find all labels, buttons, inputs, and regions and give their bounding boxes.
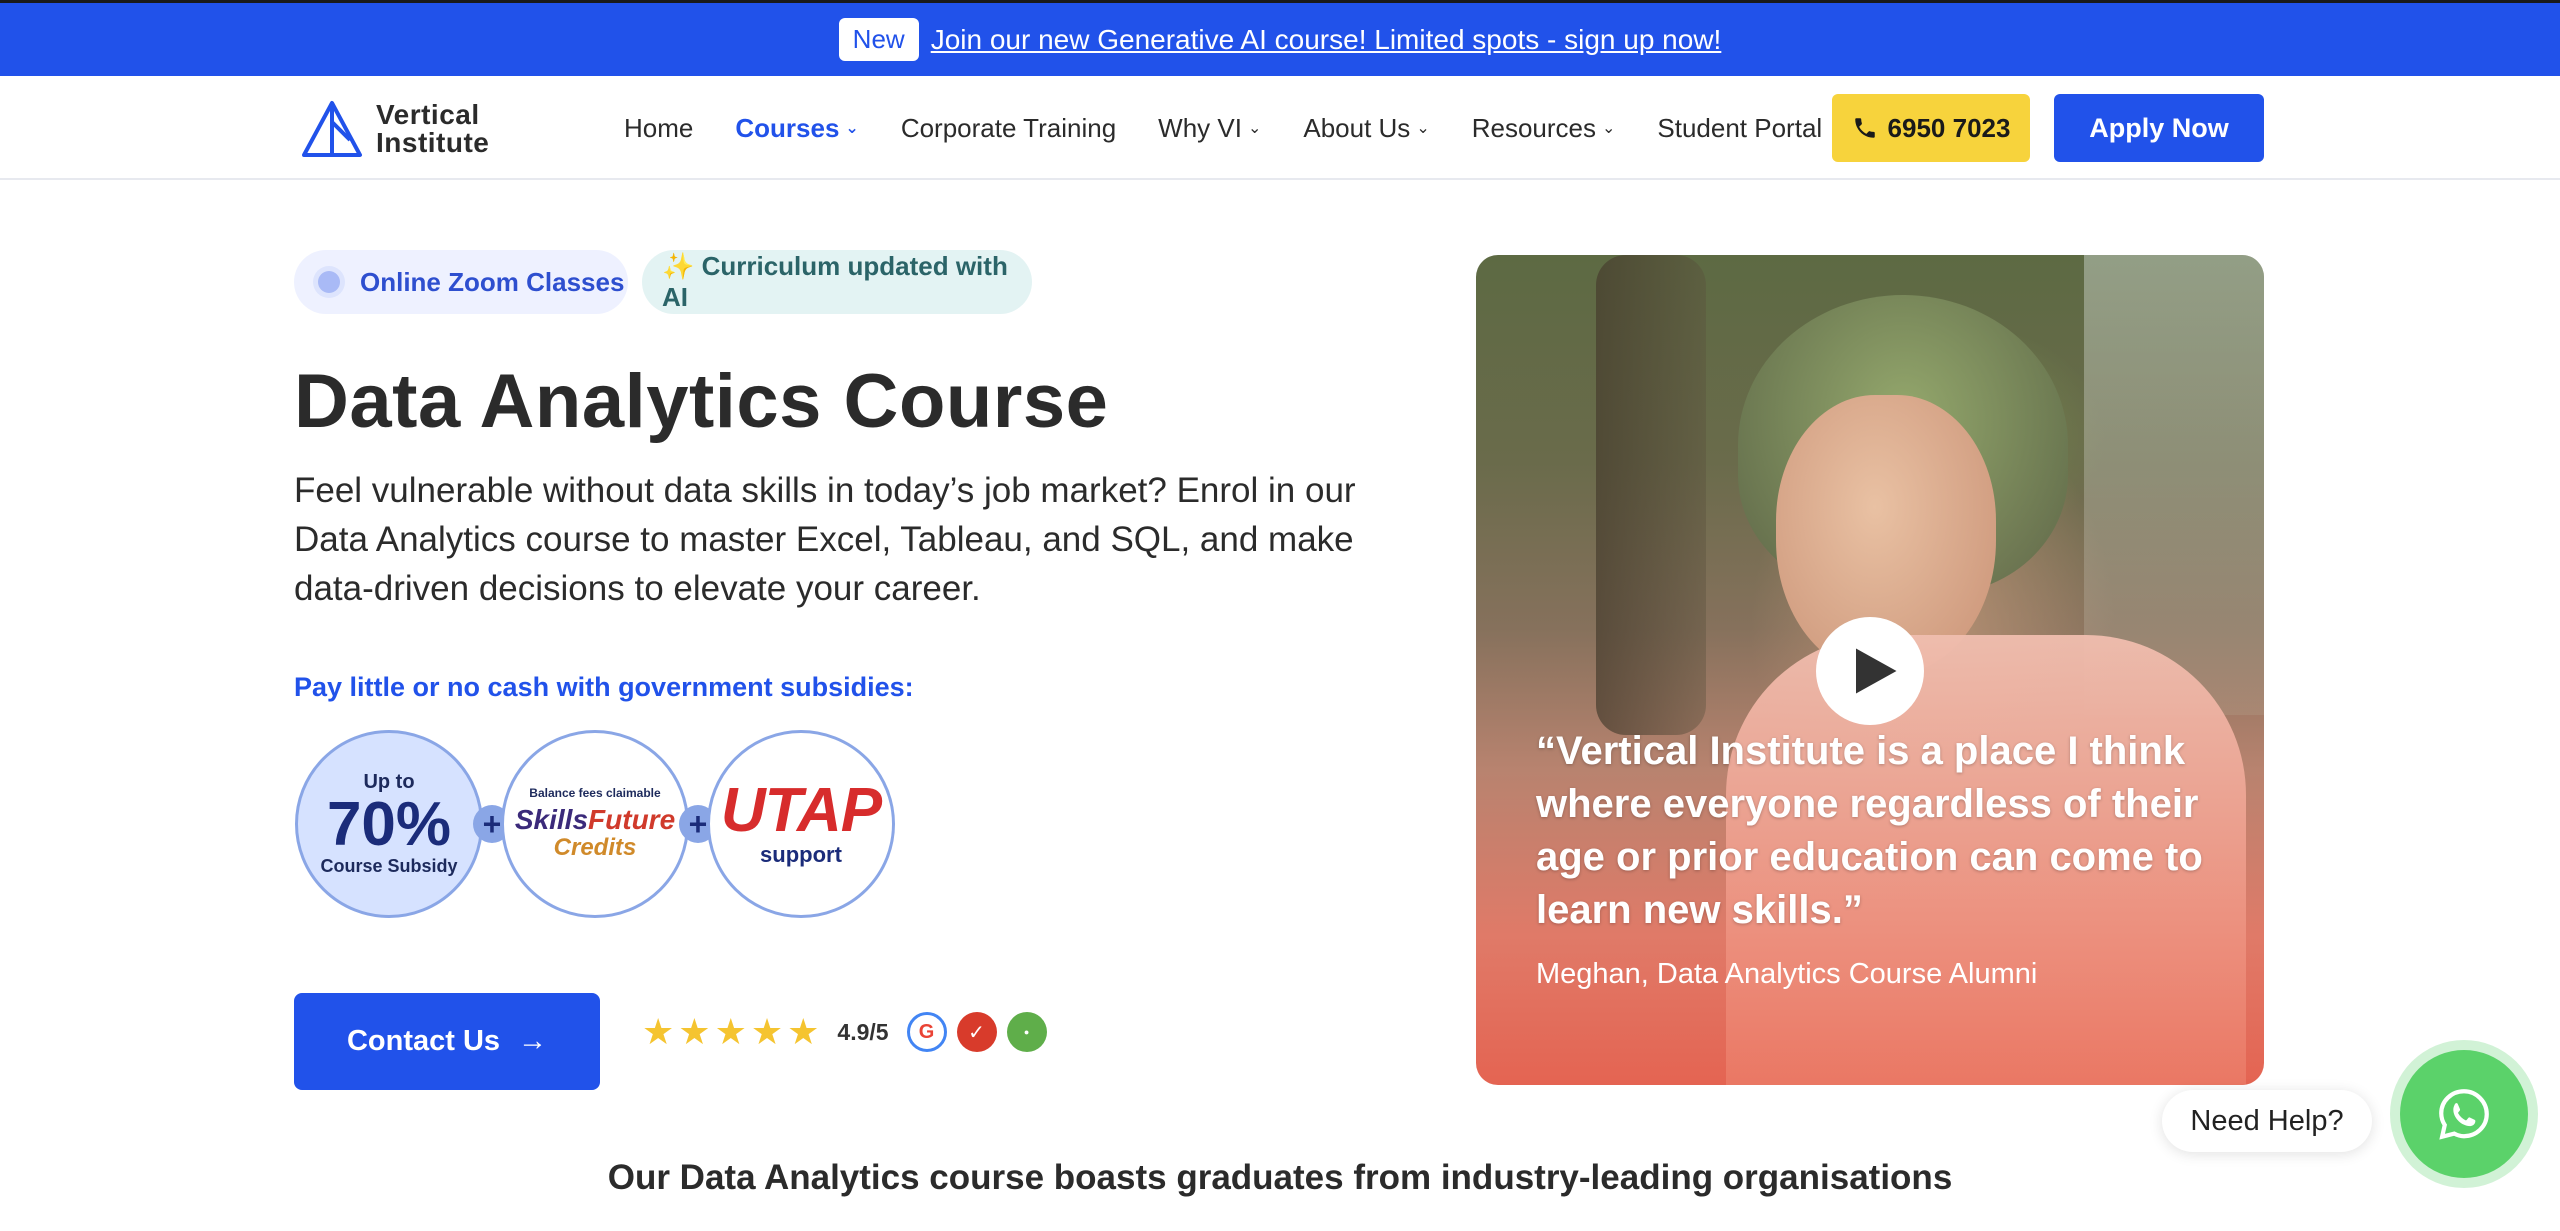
star-icon: ★ (750, 1011, 784, 1052)
hero-description: Feel vulnerable without data skills in t… (294, 471, 1356, 608)
rating-summary: ★ ★ ★ ★ ★ 4.9/5 G ✓ ● (642, 1012, 1053, 1052)
chevron-down-icon: ⌄ (1602, 120, 1616, 137)
star-icon: ★ (787, 1011, 820, 1052)
nav-item-label: Courses (735, 112, 840, 143)
apply-now-button[interactable]: Apply Now (2054, 94, 2264, 162)
contact-us-label: Contact Us (346, 1025, 501, 1057)
curriculum-ai-pill: ✨ Curriculum updated with AI (642, 250, 1032, 314)
page-title: Data Analytics Course (294, 359, 1109, 444)
course-review-icon: ● (1006, 1012, 1047, 1052)
nav-menu: Home Courses ⌄ Corporate Training Why VI ⌄… (624, 76, 1864, 180)
star-icon: ★ (678, 1011, 711, 1052)
phone-number: 6950 7023 (1887, 112, 2011, 143)
chevron-down-icon: ⌄ (1416, 120, 1430, 137)
announcement-link[interactable]: Join our new Generative AI course! Limit… (931, 24, 1722, 56)
phone-button[interactable]: 6950 7023 (1832, 94, 2030, 162)
google-icon: G (906, 1012, 947, 1052)
logo-text: Vertical Institute (376, 101, 489, 157)
testimonial-author: Meghan, Data Analytics Course Alumni (1536, 958, 2038, 990)
nav-item-courses[interactable]: Courses ⌄ (735, 113, 858, 144)
curriculum-ai-label: ✨ Curriculum updated with AI (662, 251, 1008, 312)
subsidy-percent: 70% (326, 790, 452, 859)
nav-item-label: Corporate Training (900, 112, 1117, 143)
subsidy-label: Pay little or no cash with government su… (294, 672, 914, 702)
nav-item-label: About Us (1303, 112, 1411, 143)
skillsfuture-badge: Balance fees claimable SkillsFuture Cred… (501, 730, 689, 918)
arrow-right-icon: → (518, 1025, 548, 1057)
utap-caption: support (760, 842, 842, 867)
rating-score: 4.9/5 (837, 1018, 889, 1045)
chevron-down-icon: ⌄ (1247, 120, 1262, 137)
need-help-bubble[interactable]: Need Help? (2162, 1090, 2372, 1152)
play-button[interactable] (1816, 617, 1924, 725)
new-badge: New (838, 18, 919, 61)
play-icon (1856, 648, 1897, 694)
video-background-tree (1596, 255, 1706, 735)
logo-icon (302, 101, 362, 157)
announcement-bar: New Join our new Generative AI course! L… (0, 0, 2560, 76)
main-nav: Vertical Institute Home Courses ⌄ Corpora… (0, 76, 2560, 180)
utap-badge: UTAP support (707, 730, 895, 918)
contact-us-button[interactable]: Contact Us → (294, 993, 600, 1090)
skillsfuture-logo: SkillsFuture (515, 806, 675, 834)
utap-logo: UTAP (720, 776, 882, 845)
nav-item-about-us[interactable]: About Us ⌄ (1303, 113, 1429, 144)
whatsapp-button[interactable] (2400, 1050, 2528, 1178)
nav-item-student-portal[interactable]: Student Portal (1657, 113, 1822, 144)
nav-item-label: Resources (1471, 112, 1596, 143)
nav-item-resources[interactable]: Resources ⌄ (1472, 113, 1616, 144)
skillsfuture-credits: Credits (553, 834, 637, 861)
star-icon: ★ (714, 1011, 747, 1052)
nav-item-label: Why VI (1158, 112, 1242, 143)
skillsfuture-caption: Balance fees claimable (529, 786, 661, 800)
online-zoom-label: Online Zoom Classes (360, 266, 625, 297)
star-icon: ★ (642, 1011, 675, 1052)
logo-line-2: Institute (376, 127, 490, 158)
review-site-icon: ✓ (956, 1012, 997, 1052)
nav-item-label: Home (624, 112, 694, 143)
logo-line-1: Vertical (376, 99, 480, 130)
nav-item-label: Student Portal (1657, 112, 1823, 143)
course-subsidy-badge: Up to 70% Course Subsidy (295, 730, 483, 918)
skillsfuture-future: Future (588, 804, 676, 835)
testimonial-video[interactable]: “Vertical Institute is a place I think w… (1476, 255, 2264, 1085)
logo[interactable]: Vertical Institute (300, 100, 489, 158)
online-zoom-pill: Online Zoom Classes (294, 250, 628, 314)
subsidy-caption: Course Subsidy (320, 856, 458, 876)
testimonial-quote: “Vertical Institute is a place I think w… (1536, 729, 2203, 932)
chevron-down-icon: ⌄ (845, 120, 859, 137)
organisations-heading: Our Data Analytics course boasts graduat… (607, 1158, 1953, 1197)
nav-item-why-vi[interactable]: Why VI ⌄ (1158, 113, 1261, 144)
nav-item-corporate-training[interactable]: Corporate Training (901, 113, 1116, 144)
skillsfuture-skills: Skills (514, 804, 589, 835)
live-dot-icon (318, 271, 340, 293)
whatsapp-icon (2439, 1089, 2489, 1140)
phone-icon (1854, 118, 1875, 138)
nav-item-home[interactable]: Home (624, 113, 693, 144)
